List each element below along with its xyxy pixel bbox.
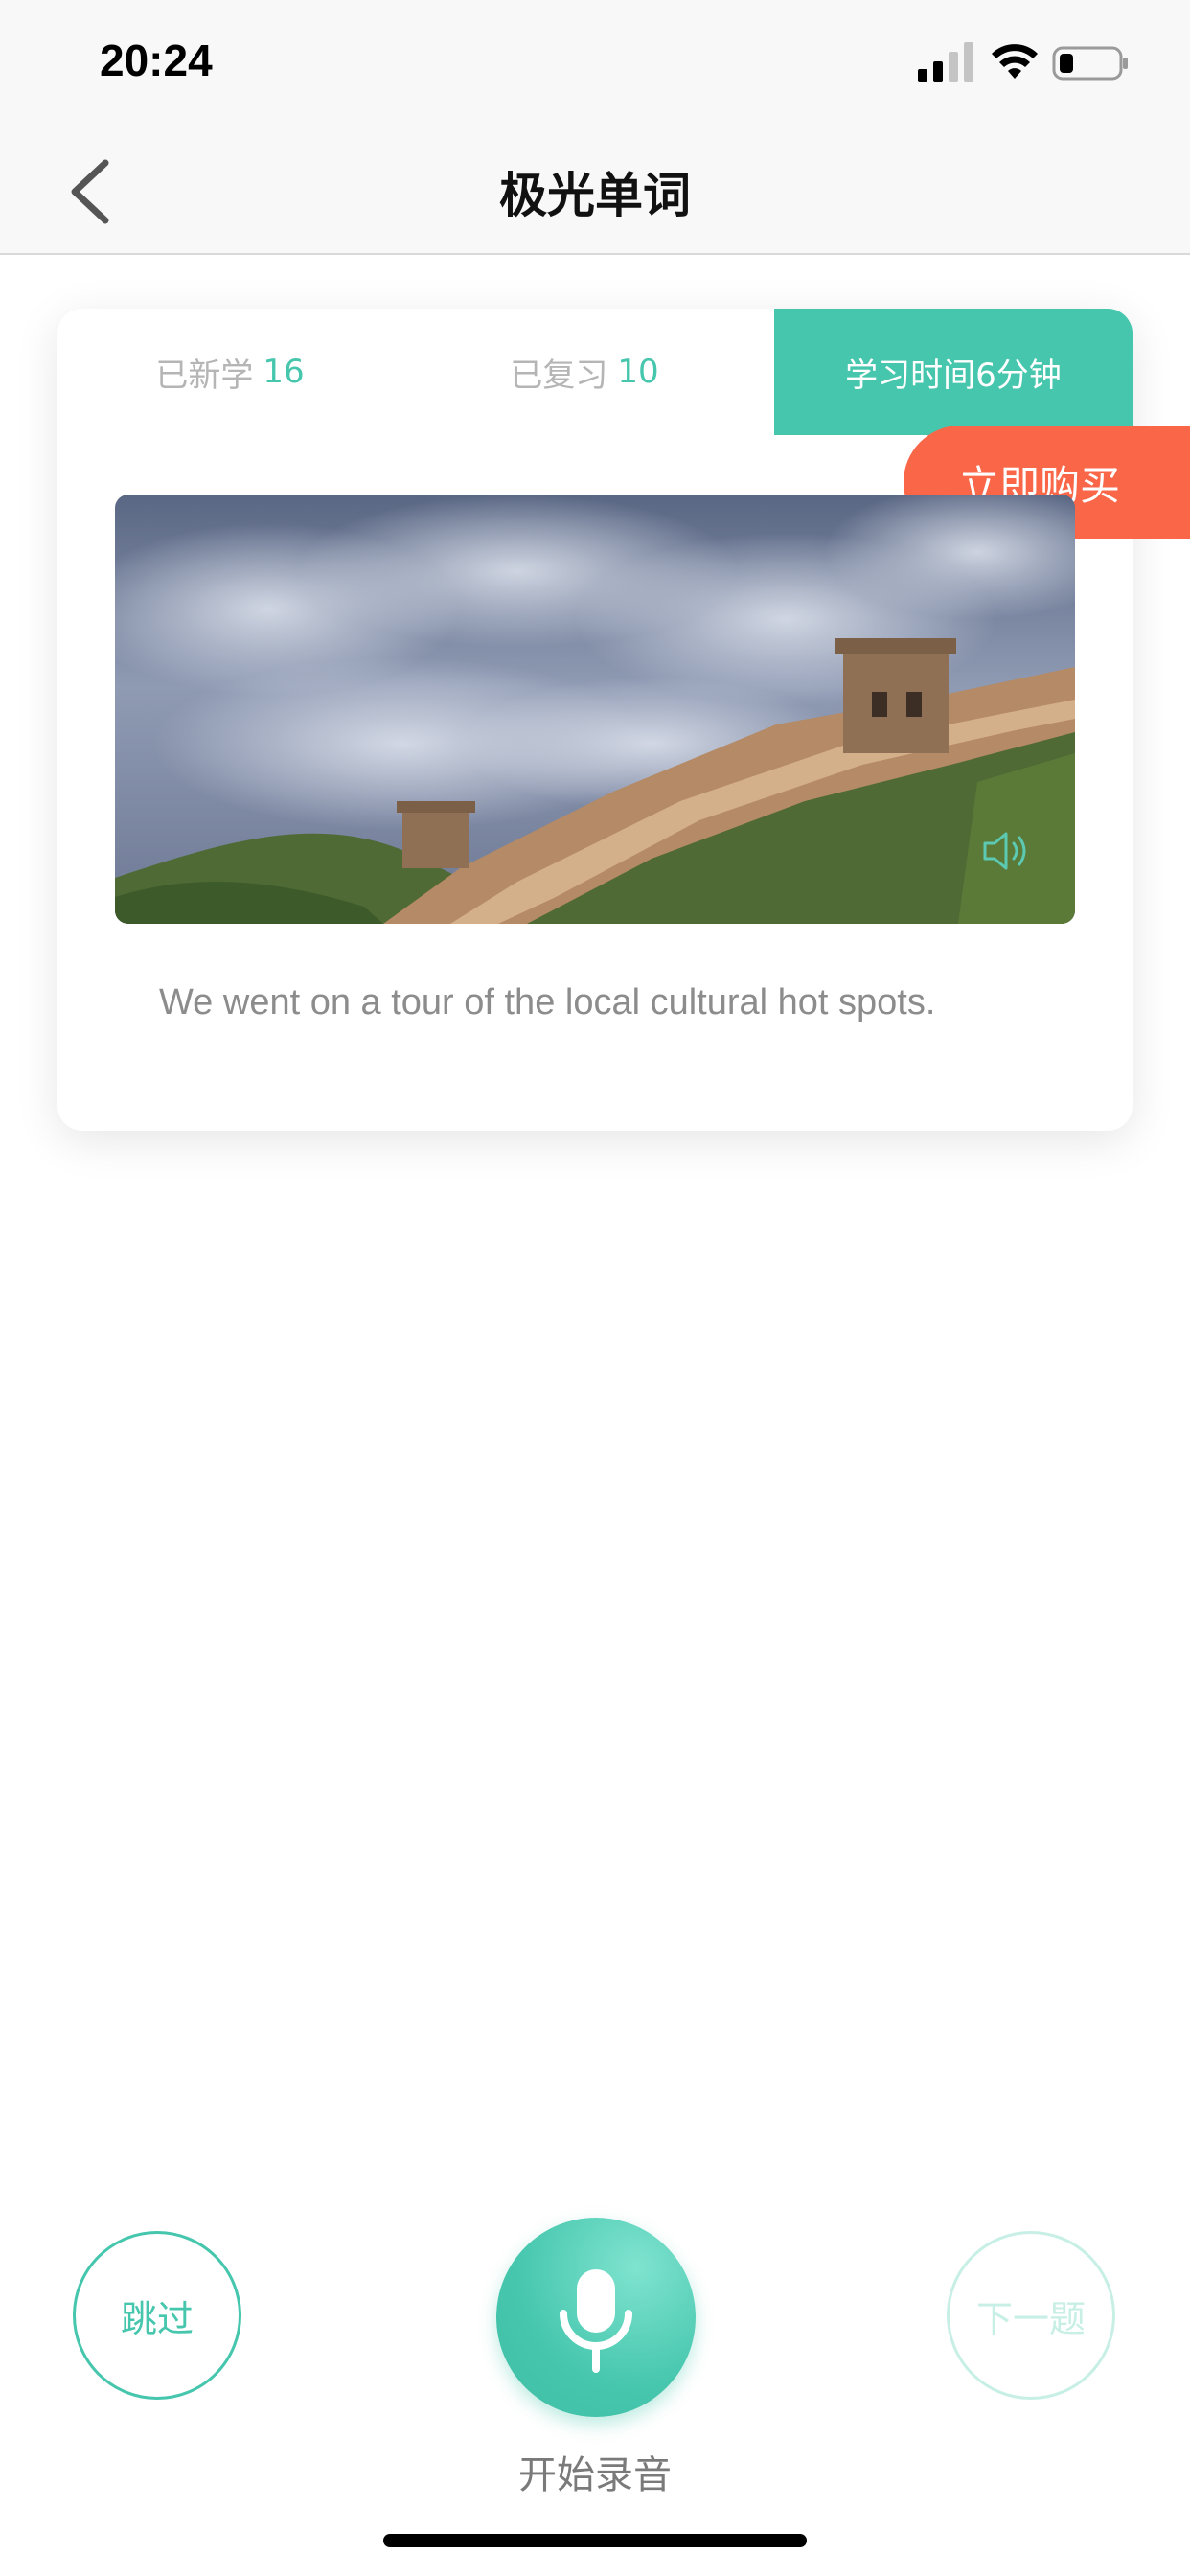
new-learned-label: 已新学 (155, 356, 254, 395)
great-wall-photo (115, 494, 1075, 924)
home-indicator (383, 2534, 807, 2547)
page-title: 极光单词 (499, 168, 691, 223)
reviewed-label: 已复习 (510, 356, 608, 395)
record-label: 开始录音 (518, 2453, 672, 2497)
new-learned-stat: 已新学 16 (57, 309, 402, 435)
skip-button[interactable]: 跳过 (73, 2231, 241, 2400)
new-learned-count: 16 (263, 353, 305, 391)
nav-bar: 极光单词 (0, 130, 1190, 255)
speaker-icon[interactable] (979, 826, 1029, 876)
microphone-icon (560, 2269, 632, 2373)
study-time-badge: 学习时间6分钟 (774, 309, 1133, 435)
battery-icon (1052, 46, 1128, 80)
next-question-button[interactable]: 下一题 (947, 2231, 1115, 2400)
reviewed-stat: 已复习 10 (402, 309, 767, 435)
example-sentence: We went on a tour of the local cultural … (159, 982, 936, 1023)
status-time: 20:24 (100, 35, 213, 85)
reviewed-count: 10 (617, 353, 659, 391)
record-button[interactable] (496, 2218, 696, 2417)
status-bar: 20:24 (0, 0, 1190, 130)
cellular-signal-icon (918, 42, 973, 82)
wifi-icon (992, 44, 1038, 79)
